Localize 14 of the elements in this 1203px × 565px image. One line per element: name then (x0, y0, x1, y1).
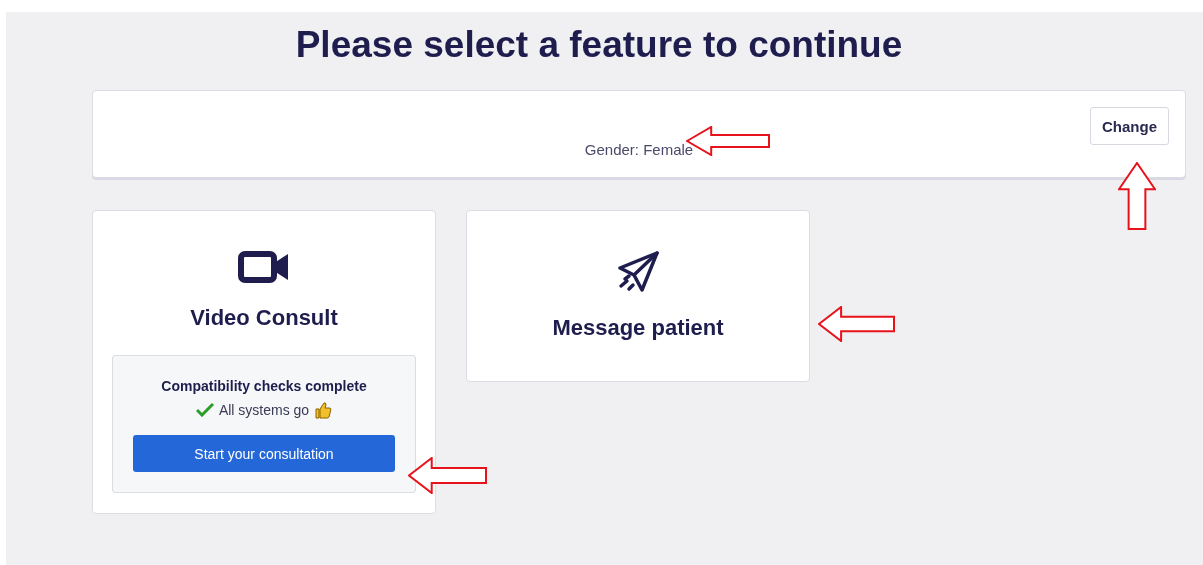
video-camera-icon (237, 251, 291, 283)
feature-label: Message patient (552, 315, 724, 341)
feature-card[interactable]: Video Consult Compatibility checks complete All systems go Start your consultation (92, 210, 436, 514)
page-title: Please select a feature to continue (294, 24, 904, 66)
start-consultation-button[interactable]: Start your consultation (133, 435, 395, 472)
change-button[interactable]: Change (1090, 107, 1169, 145)
feature-card[interactable]: Message patient (466, 210, 810, 382)
thumbs-up-icon (314, 401, 333, 419)
paper-plane-icon (617, 251, 659, 293)
feature-label: Video Consult (190, 305, 338, 331)
compatibility-heading: Compatibility checks complete (161, 378, 367, 394)
patient-details: Gender: Female (584, 141, 694, 158)
status-text: All systems go (218, 402, 310, 418)
check-icon (195, 403, 214, 417)
